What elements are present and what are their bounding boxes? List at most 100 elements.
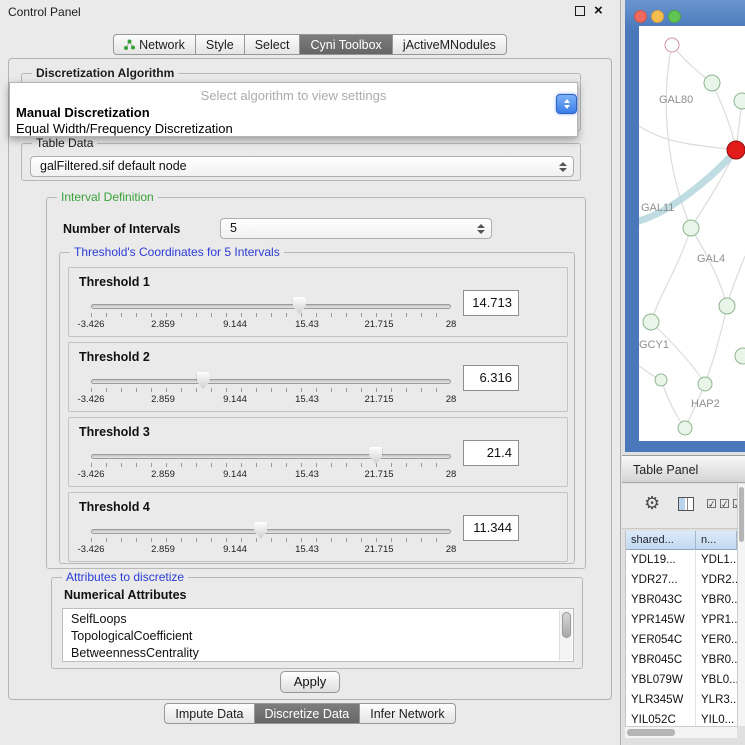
- table-column-header[interactable]: n...: [696, 531, 737, 550]
- tab-infer-network[interactable]: Infer Network: [359, 703, 455, 724]
- slider-ticks: [91, 538, 451, 542]
- network-node[interactable]: [735, 348, 745, 364]
- network-edge: [712, 83, 736, 150]
- close-traffic-light-icon[interactable]: [634, 10, 647, 23]
- table-row[interactable]: YPR145WYPR1...: [626, 610, 737, 630]
- threshold-value-field[interactable]: 21.4: [463, 440, 519, 466]
- numerical-attributes-list[interactable]: SelfLoopsTopologicalCoefficientBetweenne…: [62, 608, 574, 662]
- algorithm-group-label: Discretization Algorithm: [32, 66, 178, 80]
- checkbox-icon[interactable]: [719, 497, 730, 511]
- float-window-icon[interactable]: [575, 6, 585, 16]
- table-column-header[interactable]: shared...: [626, 531, 696, 550]
- slider-scale-label: 9.144: [223, 319, 247, 330]
- algorithm-option-manual-discretization[interactable]: Manual Discretization: [10, 105, 577, 121]
- tab-label: Impute Data: [175, 707, 243, 721]
- tab-select[interactable]: Select: [244, 34, 301, 55]
- slider-track[interactable]: [91, 379, 451, 384]
- network-node[interactable]: [683, 220, 699, 236]
- table-row[interactable]: YER054CYER0...: [626, 630, 737, 650]
- slider-scale: -3.4262.8599.14415.4321.71528: [91, 544, 451, 556]
- network-node[interactable]: [678, 421, 692, 435]
- threshold-value-field[interactable]: 6.316: [463, 365, 519, 391]
- slider-thumb[interactable]: [369, 447, 382, 464]
- threshold-slider[interactable]: -3.4262.8599.14415.4321.71528: [91, 296, 451, 334]
- table-cell: YER054C: [626, 630, 696, 650]
- apply-button[interactable]: Apply: [280, 671, 340, 693]
- network-node[interactable]: [719, 298, 735, 314]
- tab-label: Infer Network: [370, 707, 444, 721]
- network-node[interactable]: [734, 93, 745, 109]
- attribute-item-betweennesscentrality[interactable]: BetweennessCentrality: [71, 645, 573, 662]
- network-node[interactable]: [655, 374, 667, 386]
- network-node[interactable]: [643, 314, 659, 330]
- tab-network[interactable]: Network: [113, 34, 196, 55]
- node-label: GAL4: [697, 253, 725, 265]
- table-panel-title: Table Panel: [633, 463, 698, 477]
- table-row[interactable]: YBR045CYBR0...: [626, 650, 737, 670]
- list-scrollbar-thumb[interactable]: [562, 612, 571, 638]
- table-row[interactable]: YBL079WYBL0...: [626, 670, 737, 690]
- algorithm-combo-stepper-icon[interactable]: [556, 94, 577, 114]
- tab-style[interactable]: Style: [195, 34, 245, 55]
- network-node[interactable]: [727, 141, 745, 159]
- checkbox-icon[interactable]: [706, 497, 717, 511]
- vertical-scrollbar[interactable]: [737, 484, 745, 726]
- combo-stepper-icon[interactable]: [557, 157, 569, 176]
- table-cell: YPR1...: [696, 610, 737, 630]
- vertical-scrollbar-thumb[interactable]: [739, 487, 744, 542]
- close-icon[interactable]: [594, 5, 606, 17]
- table-row[interactable]: YLR345WYLR3...: [626, 690, 737, 710]
- tab-jactivemnodules[interactable]: jActiveMNodules: [392, 34, 507, 55]
- slider-thumb[interactable]: [293, 297, 306, 314]
- threshold-value-field[interactable]: 14.713: [463, 290, 519, 316]
- table-row[interactable]: YBR043CYBR0...: [626, 590, 737, 610]
- tab-impute-data[interactable]: Impute Data: [164, 703, 254, 724]
- slider-scale-label: 15.43: [295, 394, 319, 405]
- settings-gear-icon[interactable]: [644, 493, 660, 514]
- attribute-item-topologicalcoefficient[interactable]: TopologicalCoefficient: [71, 628, 573, 645]
- algorithm-option-equal-width-frequency-discretization[interactable]: Equal Width/Frequency Discretization: [10, 121, 577, 137]
- slider-track[interactable]: [91, 304, 451, 309]
- slider-thumb[interactable]: [197, 372, 210, 389]
- horizontal-scrollbar-thumb[interactable]: [627, 729, 675, 736]
- slider-scale-label: 9.144: [223, 394, 247, 405]
- slider-track[interactable]: [91, 529, 451, 534]
- threshold-panel: Threshold 4 -3.4262.8599.14415.4321.7152…: [68, 492, 568, 562]
- combo-stepper-icon[interactable]: [475, 219, 487, 238]
- table-cell: YBL079W: [626, 670, 696, 690]
- table-cell: YER0...: [696, 630, 737, 650]
- tab-label: Select: [255, 38, 290, 52]
- network-node[interactable]: [665, 38, 679, 52]
- network-node[interactable]: [698, 377, 712, 391]
- network-edge: [691, 228, 727, 306]
- slider-track[interactable]: [91, 454, 451, 459]
- table-row[interactable]: YIL052CYIL0...: [626, 710, 737, 726]
- table-cell: YPR145W: [626, 610, 696, 630]
- threshold-panel: Threshold 3 -3.4262.8599.14415.4321.7152…: [68, 417, 568, 487]
- threshold-slider[interactable]: -3.4262.8599.14415.4321.71528: [91, 521, 451, 559]
- tab-discretize-data[interactable]: Discretize Data: [254, 703, 361, 724]
- tab-cyni-toolbox[interactable]: Cyni Toolbox: [299, 34, 392, 55]
- bottom-tab-row: Impute Data Discretize Data Infer Network: [0, 703, 620, 724]
- list-scrollbar[interactable]: [559, 610, 572, 660]
- slider-thumb[interactable]: [254, 522, 267, 539]
- table-row[interactable]: YDL19...YDL1...: [626, 550, 737, 570]
- network-node[interactable]: [704, 75, 720, 91]
- attribute-item-selfloops[interactable]: SelfLoops: [71, 611, 573, 628]
- slider-scale: -3.4262.8599.14415.4321.71528: [91, 469, 451, 481]
- threshold-label: Threshold 3: [79, 425, 150, 439]
- threshold-value-field[interactable]: 11.344: [463, 515, 519, 541]
- slider-scale-label: 2.859: [151, 319, 175, 330]
- horizontal-scrollbar[interactable]: [625, 726, 737, 738]
- attributes-group-label: Attributes to discretize: [62, 570, 188, 584]
- threshold-slider[interactable]: -3.4262.8599.14415.4321.71528: [91, 371, 451, 409]
- minimize-traffic-light-icon[interactable]: [651, 10, 664, 23]
- number-of-intervals-combobox[interactable]: 5: [220, 218, 492, 239]
- table-data-combobox[interactable]: galFiltered.sif default node: [30, 156, 574, 177]
- network-canvas[interactable]: GAL80GAL11GAL4GCY1HAP2: [639, 26, 745, 441]
- table-cell: YDL1...: [696, 550, 737, 570]
- zoom-traffic-light-icon[interactable]: [668, 10, 681, 23]
- column-selector-icon[interactable]: [678, 497, 694, 511]
- threshold-slider[interactable]: -3.4262.8599.14415.4321.71528: [91, 446, 451, 484]
- table-row[interactable]: YDR27...YDR2...: [626, 570, 737, 590]
